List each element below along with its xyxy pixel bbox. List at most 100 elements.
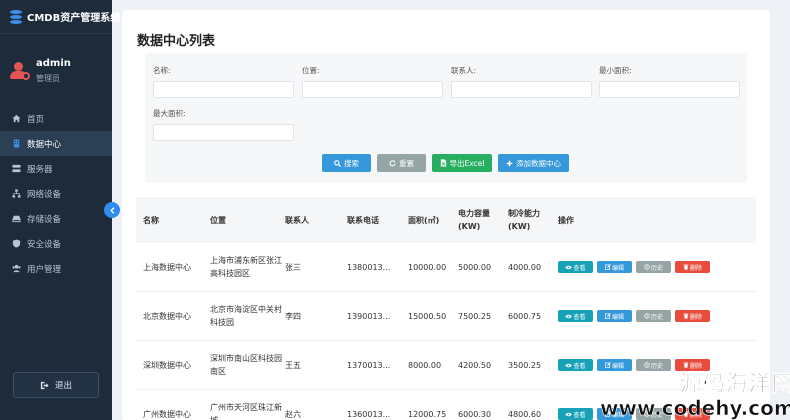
sign-out-icon (40, 381, 49, 389)
sidebar-item-network[interactable]: 网络设备 (0, 181, 112, 206)
brand[interactable]: CMDB资产管理系统 (0, 0, 120, 34)
cell-contact: 赵六 (285, 409, 301, 419)
cell-contact: 王五 (285, 360, 301, 370)
edit-button[interactable]: 编辑 (597, 310, 632, 322)
cell-phone: 1370013... (347, 360, 391, 370)
edit-button[interactable]: 编辑 (597, 261, 632, 273)
reset-button[interactable]: 重置 (377, 154, 426, 172)
eye-icon (565, 314, 573, 318)
max-area-filter: 最大面积: (153, 108, 294, 141)
table-row: 北京数据中心 北京市海淀区中关村科技园 李四 1390013... 15000.50 75… (136, 292, 756, 341)
min-area-input[interactable] (599, 81, 740, 98)
sidebar-collapse-button[interactable] (104, 202, 120, 218)
storage-icon (12, 215, 21, 223)
sidebar: CMDB资产管理系统 admin 管理员 首页 数据中心 服务器 网络设备 存储… (0, 0, 120, 420)
view-button-label: 查看 (573, 313, 586, 321)
user-panel: admin 管理员 (0, 44, 112, 98)
cell-location: 广州市天河区珠江新城 (210, 403, 282, 420)
location-input[interactable] (302, 81, 443, 98)
name-input[interactable] (153, 81, 294, 98)
name-filter: 名称: (153, 65, 294, 98)
cell-phone: 1380013... (347, 262, 391, 272)
cell-phone: 1390013... (347, 311, 391, 321)
min-area-filter: 最小面积: (599, 65, 740, 98)
location-filter-label: 位置: (302, 66, 320, 75)
database-icon (10, 10, 22, 24)
sidebar-item-server[interactable]: 服务器 (0, 156, 112, 181)
header-cooling: 制冷能力(KW) (508, 209, 540, 231)
view-button-label: 查看 (573, 264, 586, 272)
cell-area: 15000.50 (408, 311, 447, 321)
history-button[interactable]: 历史 (636, 310, 671, 322)
eye-icon (565, 412, 573, 416)
sidebar-item-storage[interactable]: 存储设备 (0, 206, 112, 231)
add-datacenter-button[interactable]: 添加数据中心 (498, 154, 569, 172)
delete-button[interactable]: 删除 (675, 261, 710, 273)
edit-icon (604, 313, 611, 319)
cell-actions: 查看 编辑 历史 删除 (558, 261, 756, 273)
cell-cooling: 6000.75 (508, 311, 542, 321)
sidebar-item-home[interactable]: 首页 (0, 106, 112, 131)
export-excel-button[interactable]: 导出Excel (432, 154, 492, 172)
contact-input[interactable] (451, 81, 592, 98)
search-button-label: 搜索 (344, 158, 359, 168)
view-button-label: 查看 (573, 362, 586, 370)
view-button[interactable]: 查看 (558, 359, 593, 371)
watermark-en: www.codehy.com (600, 396, 790, 420)
location-filter: 位置: (302, 65, 443, 98)
cell-location: 北京市海淀区中关村科技园 (210, 305, 282, 327)
header-power: 电力容量(KW) (458, 209, 490, 231)
cell-cooling: 4800.60 (508, 409, 542, 419)
view-button[interactable]: 查看 (558, 261, 593, 273)
file-excel-icon (440, 159, 446, 167)
users-icon (12, 264, 21, 273)
reset-button-label: 重置 (399, 158, 414, 168)
view-button-label: 查看 (573, 411, 586, 419)
cell-area: 8000.00 (408, 360, 442, 370)
sidebar-item-security[interactable]: 安全设备 (0, 231, 112, 256)
delete-button[interactable]: 删除 (675, 310, 710, 322)
redo-icon (389, 159, 396, 166)
history-button[interactable]: 历史 (636, 261, 671, 273)
delete-button-label: 删除 (689, 264, 702, 272)
history-button-label: 历史 (650, 264, 663, 272)
view-button[interactable]: 查看 (558, 408, 593, 420)
logout-label: 退出 (54, 381, 72, 391)
sidebar-item-datacenter[interactable]: 数据中心 (0, 131, 112, 156)
header-area: 面积(㎡) (408, 215, 440, 225)
eye-icon (565, 363, 573, 367)
export-button-label: 导出Excel (449, 158, 485, 168)
cell-power: 5000.00 (458, 262, 492, 272)
edit-button-label: 编辑 (611, 313, 624, 321)
sidebar-item-label: 数据中心 (27, 139, 62, 150)
user-name: admin (36, 58, 71, 69)
header-phone: 联系电话 (347, 215, 379, 225)
view-button[interactable]: 查看 (558, 310, 593, 322)
watermark-cn: 源码海洋网 (679, 372, 790, 398)
trash-icon (683, 264, 689, 270)
app-title: CMDB资产管理系统 (27, 13, 121, 24)
page-title: 数据中心列表 (137, 34, 216, 49)
sidebar-item-label: 用户管理 (27, 264, 62, 275)
building-icon (13, 139, 20, 148)
filter-actions: 搜索 重置 导出Excel 添加数据中心 (322, 154, 569, 172)
cell-power: 4200.50 (458, 360, 492, 370)
cell-phone: 1360013... (347, 409, 391, 419)
server-icon (12, 164, 21, 173)
cell-power: 6000.30 (458, 409, 492, 419)
filter-panel: 名称: 位置: 联系人: 最小面积: 最大面积: 搜索 重置 导出Excel 添… (145, 53, 747, 183)
edit-icon (604, 264, 611, 270)
history-icon (644, 313, 650, 319)
search-button[interactable]: 搜索 (322, 154, 371, 172)
sidebar-item-users[interactable]: 用户管理 (0, 256, 112, 281)
history-button-label: 历史 (650, 313, 663, 321)
header-location: 位置 (210, 215, 226, 225)
logout-button[interactable]: 退出 (13, 372, 99, 398)
sidebar-item-label: 网络设备 (27, 189, 62, 200)
sidebar-item-label: 首页 (27, 114, 45, 125)
chevron-left-icon (109, 206, 114, 214)
plus-icon (506, 160, 513, 166)
header-name: 名称 (143, 215, 159, 225)
max-area-input[interactable] (153, 124, 294, 141)
cell-cooling: 4000.00 (508, 262, 542, 272)
